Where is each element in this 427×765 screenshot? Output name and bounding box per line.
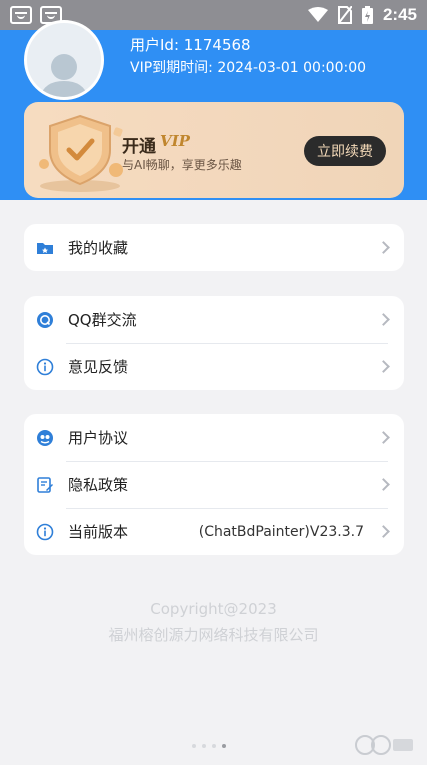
- info-icon: [36, 358, 54, 375]
- vip-title: 开通: [122, 137, 156, 157]
- page-dot: [202, 744, 206, 748]
- chevron-right-icon: [377, 478, 390, 491]
- renew-button[interactable]: 立即续费: [304, 136, 386, 166]
- menu-item-user-agreement[interactable]: 用户协议: [24, 414, 404, 461]
- vip-shield-illustration: [39, 114, 123, 192]
- page-indicator: [192, 744, 226, 748]
- no-sim-icon: [337, 6, 352, 24]
- menu-item-privacy-policy[interactable]: 隐私政策: [24, 461, 404, 508]
- vip-subtitle: 与AI畅聊，享更多乐趣: [122, 158, 242, 172]
- qq-icon: [37, 311, 53, 328]
- menu-group-favorites: 我的收藏: [24, 224, 404, 271]
- edit-doc-icon: [37, 476, 53, 493]
- menu-item-label: 当前版本: [68, 523, 129, 541]
- menu-item-current-version[interactable]: 当前版本 (ChatBdPainter)V23.3.7: [24, 508, 404, 555]
- menu-item-label: QQ群交流: [68, 311, 137, 329]
- menu-item-label: 意见反馈: [68, 358, 129, 376]
- page-dot: [212, 744, 216, 748]
- chevron-right-icon: [377, 313, 390, 326]
- menu-item-feedback[interactable]: 意见反馈: [24, 343, 404, 390]
- avatar-placeholder-icon: [40, 54, 88, 97]
- menu-item-label: 隐私政策: [68, 476, 129, 494]
- wifi-icon: [307, 7, 328, 22]
- folder-icon: [37, 242, 53, 254]
- menu-item-qq-group[interactable]: QQ群交流: [24, 296, 404, 343]
- menu-group-about: 用户协议 隐私政策 当前版本 (ChatBdPainter)V23.3.7: [24, 414, 404, 555]
- chevron-right-icon: [377, 525, 390, 538]
- avatar[interactable]: [24, 20, 104, 100]
- chevron-right-icon: [377, 241, 390, 254]
- battery-icon: [361, 6, 373, 24]
- chevron-right-icon: [377, 360, 390, 373]
- version-value: (ChatBdPainter)V23.3.7: [198, 523, 364, 540]
- watermark-logo: [355, 735, 413, 755]
- user-id: 用户Id: 1174568: [130, 36, 251, 54]
- info-icon: [36, 523, 54, 540]
- clock: 2:45: [382, 5, 417, 24]
- page-dot-active: [222, 744, 226, 748]
- menu-item-favorites[interactable]: 我的收藏: [24, 224, 404, 271]
- vip-tag: VIP: [160, 132, 190, 150]
- app-notification-icon: [10, 6, 32, 24]
- agreement-icon: [37, 429, 53, 446]
- company-name: 福州榕创源力网络科技有限公司: [108, 626, 319, 644]
- menu-item-label: 我的收藏: [68, 239, 129, 257]
- copyright-text: Copyright@2023: [150, 600, 277, 618]
- vip-expire-time: VIP到期时间: 2024-03-01 00:00:00: [130, 60, 367, 76]
- menu-item-label: 用户协议: [68, 429, 129, 447]
- menu-group-community: QQ群交流 意见反馈: [24, 296, 404, 390]
- page-dot: [192, 744, 196, 748]
- chevron-right-icon: [377, 431, 390, 444]
